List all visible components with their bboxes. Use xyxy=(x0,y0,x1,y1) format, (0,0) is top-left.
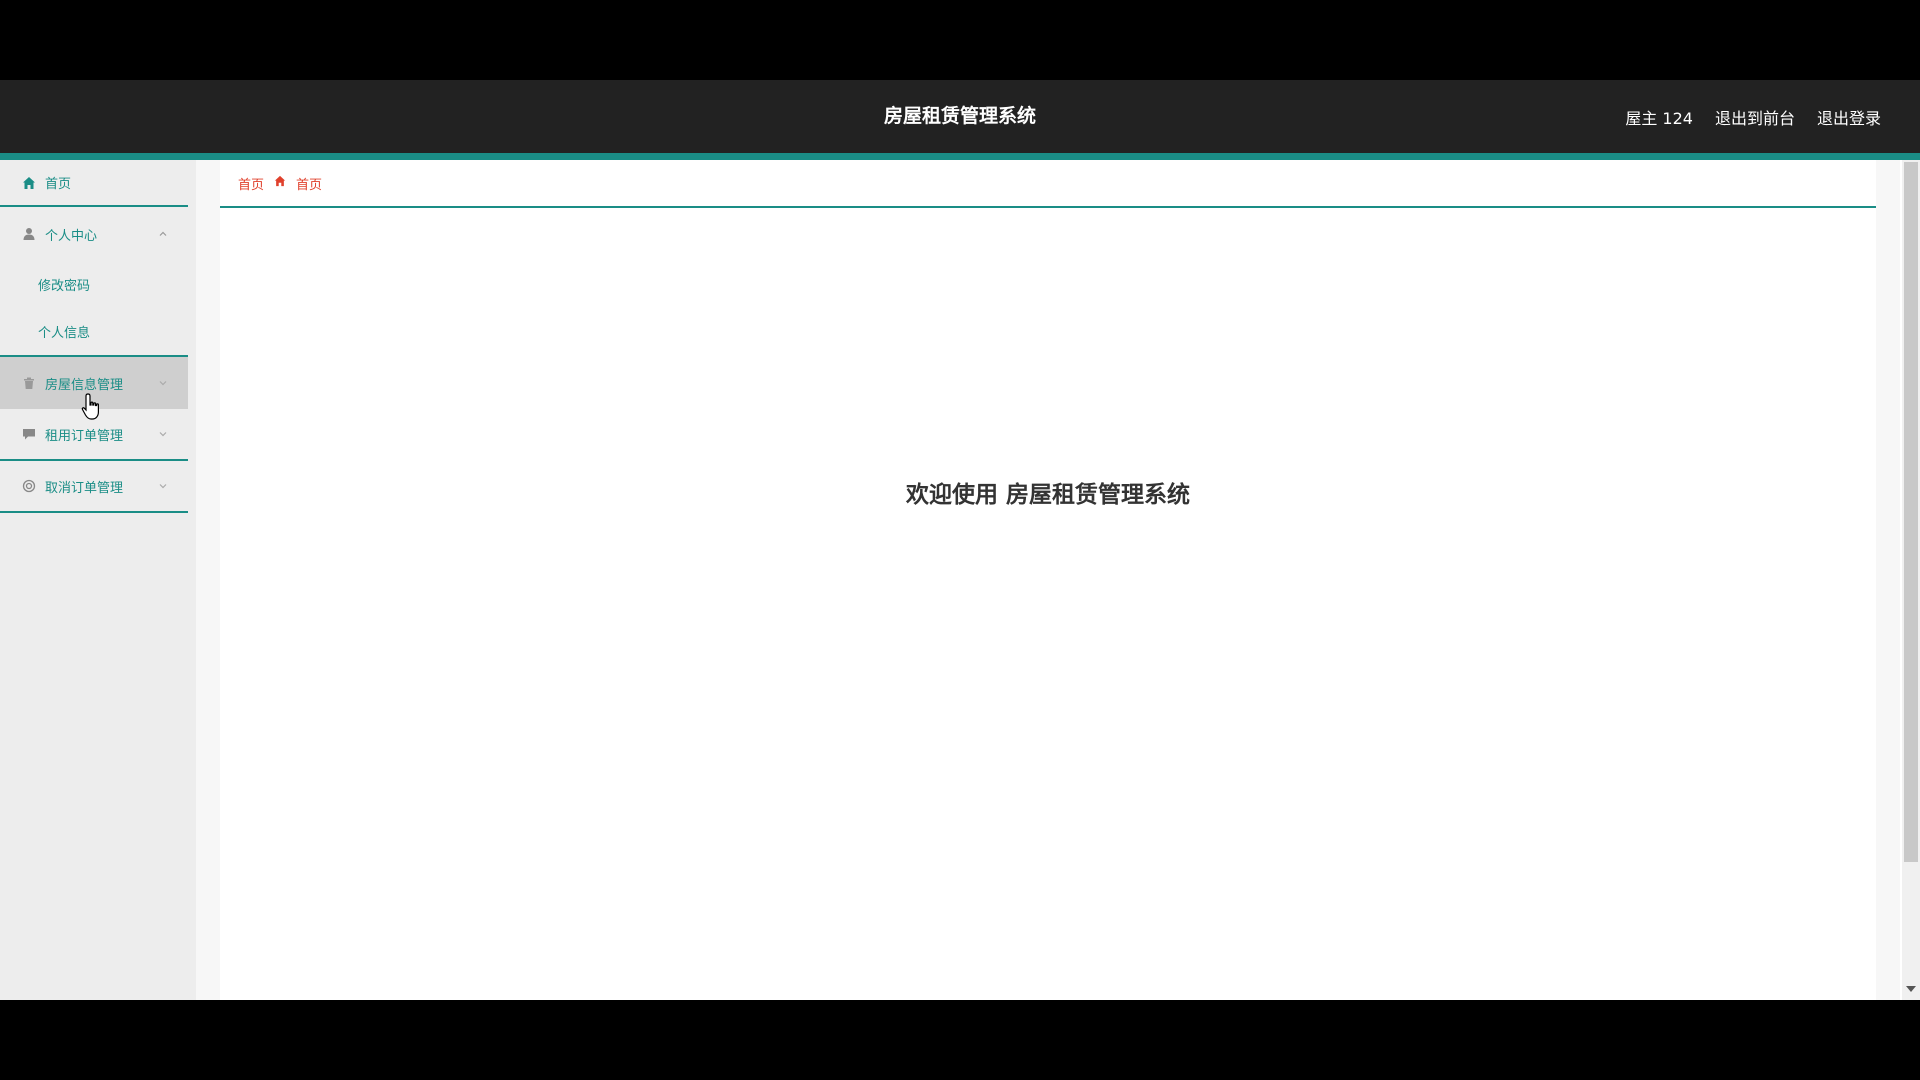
scrollbar-thumb[interactable] xyxy=(1904,162,1918,862)
breadcrumb-root[interactable]: 首页 xyxy=(238,174,264,193)
main-content: 首页 首页 欢迎使用 房屋租赁管理系统 xyxy=(220,160,1876,1000)
user-name-label: 屋主 124 xyxy=(1625,108,1693,128)
breadcrumb: 首页 首页 xyxy=(220,160,1876,208)
user-actions: 屋主 124 退出到前台 退出登录 xyxy=(1625,80,1881,153)
welcome-message: 欢迎使用 房屋租赁管理系统 xyxy=(905,482,1190,508)
trash-icon xyxy=(22,376,36,390)
home-icon xyxy=(22,176,36,190)
sidebar: 首页 个人中心 修改密码 个人信息 房屋信息管理 租用订单管理 取消订单管理 xyxy=(0,160,196,1000)
content-gutter-left xyxy=(196,160,220,1000)
app-window: 房屋租赁管理系统 屋主 124 退出到前台 退出登录 首页 个人中心 修改密码 … xyxy=(0,80,1920,1000)
top-navbar: 房屋租赁管理系统 屋主 124 退出到前台 退出登录 xyxy=(0,80,1920,153)
cancel-circle-icon xyxy=(22,479,36,493)
sidebar-subitem-change-password[interactable]: 修改密码 xyxy=(0,261,188,308)
logout-link[interactable]: 退出登录 xyxy=(1817,105,1881,129)
home-icon xyxy=(274,175,286,191)
sidebar-item-personal-center[interactable]: 个人中心 xyxy=(0,207,188,261)
personal-center-submenu: 修改密码 个人信息 xyxy=(0,261,188,357)
sidebar-menu: 首页 个人中心 修改密码 个人信息 房屋信息管理 租用订单管理 取消订单管理 xyxy=(0,160,188,513)
sidebar-item-label: 个人中心 xyxy=(45,228,98,244)
sidebar-item-label: 取消订单管理 xyxy=(45,480,124,496)
chevron-up-icon xyxy=(159,231,167,236)
sidebar-subitem-personal-info[interactable]: 个人信息 xyxy=(0,308,188,355)
sidebar-item-label: 首页 xyxy=(45,177,72,192)
sidebar-item-label: 房屋信息管理 xyxy=(45,377,124,393)
sidebar-item-cancel-orders[interactable]: 取消订单管理 xyxy=(0,461,188,513)
breadcrumb-current[interactable]: 首页 xyxy=(296,174,322,193)
comment-icon xyxy=(22,427,36,441)
exit-to-frontend-link[interactable]: 退出到前台 xyxy=(1715,105,1795,129)
chevron-down-icon xyxy=(159,484,167,489)
chevron-down-icon xyxy=(159,432,167,437)
navbar-accent-line xyxy=(0,153,1920,160)
sidebar-item-label: 租用订单管理 xyxy=(45,428,124,444)
scroll-down-arrow-icon[interactable] xyxy=(1906,986,1916,992)
chevron-down-icon xyxy=(159,381,167,386)
user-icon xyxy=(22,227,36,241)
sidebar-item-home[interactable]: 首页 xyxy=(0,160,188,207)
content-gutter-right xyxy=(1876,160,1900,1000)
mouse-pointer-icon xyxy=(81,393,99,420)
